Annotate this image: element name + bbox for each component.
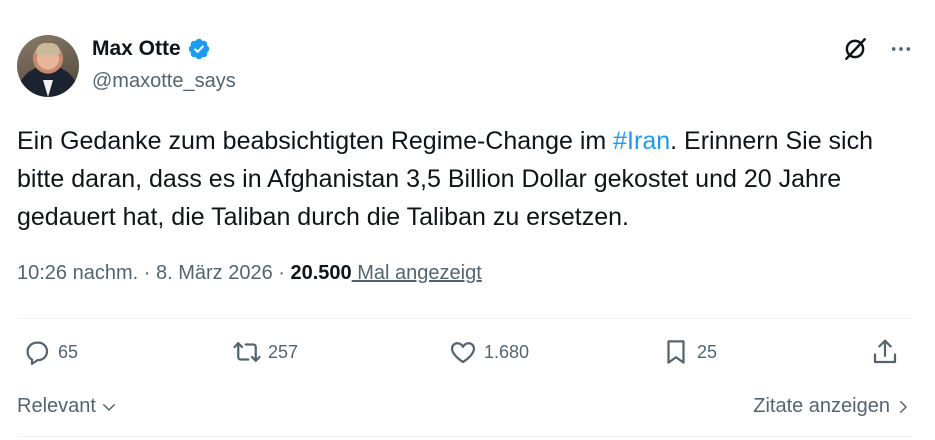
views-count[interactable]: 20.500 <box>291 262 352 285</box>
tweet-meta: 10:26 nachm. · 8. März 2026 · 20.500 Mal… <box>17 262 482 285</box>
tweet-date[interactable]: 8. März 2026 <box>156 262 273 285</box>
repost-count: 257 <box>268 341 299 362</box>
bookmark-icon <box>667 340 685 364</box>
verified-badge-icon <box>188 38 209 60</box>
like-button[interactable]: 1.680 <box>448 337 529 367</box>
chevron-down-icon <box>102 403 115 411</box>
author-handle[interactable]: @maxotte_says <box>92 70 236 93</box>
meta-separator: · <box>138 262 156 284</box>
reply-count: 65 <box>58 341 79 362</box>
tweet-text: Ein Gedanke zum beabsichtigten Regime-Ch… <box>17 122 917 236</box>
grok-icon[interactable] <box>842 36 868 62</box>
views-label[interactable]: Mal angezeigt <box>352 262 482 285</box>
show-quotes-link[interactable]: Zitate anzeigen <box>753 395 912 418</box>
repost-icon <box>233 342 261 362</box>
quotes-label: Zitate anzeigen <box>753 395 890 417</box>
heart-icon <box>450 342 476 364</box>
action-bar: 65 257 1.680 25 <box>17 337 912 377</box>
bookmark-button[interactable]: 25 <box>661 337 717 367</box>
tweet-text-before: Ein Gedanke zum beabsichtigten Regime-Ch… <box>17 127 614 155</box>
reply-button[interactable]: 65 <box>22 337 78 367</box>
share-button[interactable] <box>870 337 900 367</box>
bookmark-count: 25 <box>697 341 718 362</box>
meta-separator: · <box>272 262 291 284</box>
tweet-time[interactable]: 10:26 nachm. <box>17 262 138 285</box>
share-icon <box>873 339 897 364</box>
author-name[interactable]: Max Otte <box>92 37 181 61</box>
divider <box>17 318 912 319</box>
divider <box>17 436 912 437</box>
author-avatar[interactable] <box>17 35 79 97</box>
repost-button[interactable]: 257 <box>232 337 298 367</box>
more-icon[interactable] <box>890 38 912 60</box>
like-count: 1.680 <box>484 341 530 362</box>
author-name-row[interactable]: Max Otte <box>92 37 211 61</box>
hashtag-link[interactable]: #Iran <box>613 127 670 155</box>
chevron-right-icon <box>900 400 907 413</box>
sort-label: Relevant <box>17 395 96 417</box>
reply-icon <box>26 341 49 365</box>
sort-dropdown[interactable]: Relevant <box>17 395 118 418</box>
